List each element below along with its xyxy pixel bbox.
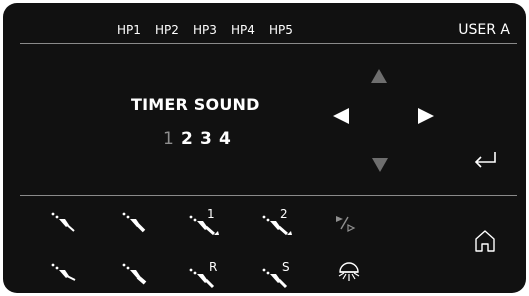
handpiece-water-icon[interactable] <box>50 211 80 235</box>
reverse-label: R <box>209 261 217 274</box>
tab-hp4[interactable]: HP4 <box>231 23 255 37</box>
toolbar-divider <box>20 195 517 196</box>
arrow-down-icon[interactable] <box>372 158 388 172</box>
handpiece-setting-icon[interactable]: S <box>261 261 295 291</box>
page-title: TIMER SOUND <box>131 95 260 114</box>
handpiece-program-2-icon[interactable]: 2 <box>261 207 295 237</box>
handpiece-dry-icon[interactable] <box>121 262 151 286</box>
tab-hp1[interactable]: HP1 <box>117 23 141 37</box>
tab-hp5[interactable]: HP5 <box>269 23 293 37</box>
header-divider <box>20 43 517 44</box>
option-3[interactable]: 3 <box>200 129 212 149</box>
setting-label: S <box>282 261 290 274</box>
arrow-up-icon[interactable] <box>371 69 387 83</box>
enter-icon[interactable] <box>473 151 499 169</box>
program-2-label: 2 <box>280 207 288 221</box>
option-2[interactable]: 2 <box>181 129 193 149</box>
home-icon[interactable] <box>474 229 496 253</box>
user-selector[interactable]: USER A <box>458 22 510 38</box>
play-forward-icon[interactable] <box>336 215 358 233</box>
control-panel: HP1 HP2 HP3 HP4 HP5 USER A TIMER SOUND 1… <box>3 3 526 293</box>
arrow-left-icon[interactable] <box>333 108 349 124</box>
option-1[interactable]: 1 <box>163 129 174 149</box>
arrow-right-icon[interactable] <box>418 108 434 124</box>
tab-hp3[interactable]: HP3 <box>193 23 217 37</box>
handpiece-reverse-icon[interactable]: R <box>188 261 222 291</box>
handpiece-spray-icon[interactable] <box>50 262 80 286</box>
handpiece-program-1-icon[interactable]: 1 <box>188 207 222 237</box>
handpiece-air-icon[interactable] <box>121 211 151 235</box>
option-4[interactable]: 4 <box>219 129 231 149</box>
light-icon[interactable] <box>338 261 360 285</box>
tab-hp2[interactable]: HP2 <box>155 23 179 37</box>
program-1-label: 1 <box>207 207 215 221</box>
